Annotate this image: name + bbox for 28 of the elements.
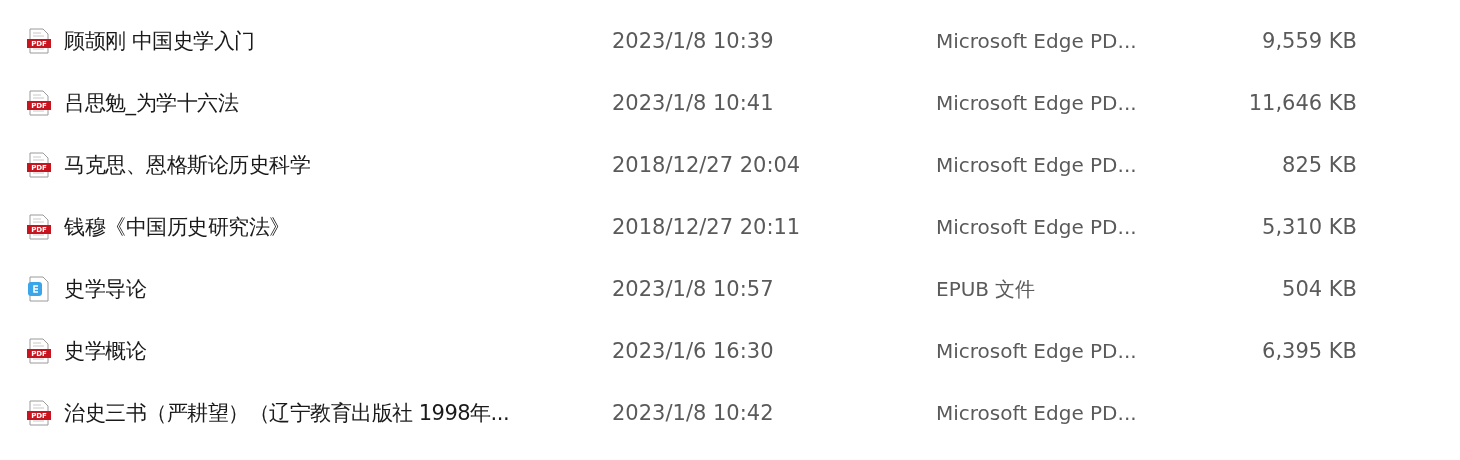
modified-date: 2023/1/8 10:39 [612, 29, 775, 53]
ebook-file-icon [26, 276, 52, 302]
file-type: Microsoft Edge PD... [936, 29, 1138, 53]
file-size: 825 KB [1282, 153, 1357, 177]
file-size: 11,646 KB [1248, 91, 1357, 115]
file-name[interactable]: 钱穆《中国历史研究法》 [64, 213, 290, 241]
modified-date: 2023/1/8 10:57 [612, 277, 775, 301]
modified-date: 2018/12/27 20:11 [612, 215, 802, 239]
file-type: Microsoft Edge PD... [936, 215, 1138, 239]
file-name[interactable]: 治史三书（严耕望）（辽宁教育出版社 1998年... [64, 399, 510, 427]
file-name[interactable]: 史学概论 [64, 337, 146, 365]
file-size: 6,395 KB [1262, 339, 1357, 363]
file-type: EPUB 文件 [936, 275, 1037, 303]
file-size: 5,310 KB [1262, 215, 1357, 239]
file-type: Microsoft Edge PD... [936, 401, 1138, 425]
modified-date: 2023/1/8 10:41 [612, 91, 775, 115]
file-name[interactable]: 吕思勉_为学十六法 [64, 89, 238, 117]
file-size: 504 KB [1282, 277, 1357, 301]
file-type: Microsoft Edge PD... [936, 91, 1138, 115]
file-type: Microsoft Edge PD... [936, 153, 1138, 177]
modified-date: 2023/1/6 16:30 [612, 339, 775, 363]
file-name[interactable]: 马克思、恩格斯论历史科学 [64, 151, 310, 179]
file-name[interactable]: 顾颉刚 中国史学入门 [64, 27, 255, 55]
file-name[interactable]: 史学导论 [64, 275, 146, 303]
modified-date: 2023/1/8 10:42 [612, 401, 775, 425]
file-type: Microsoft Edge PD... [936, 339, 1138, 363]
modified-date: 2018/12/27 20:04 [612, 153, 802, 177]
file-size: 9,559 KB [1262, 29, 1357, 53]
